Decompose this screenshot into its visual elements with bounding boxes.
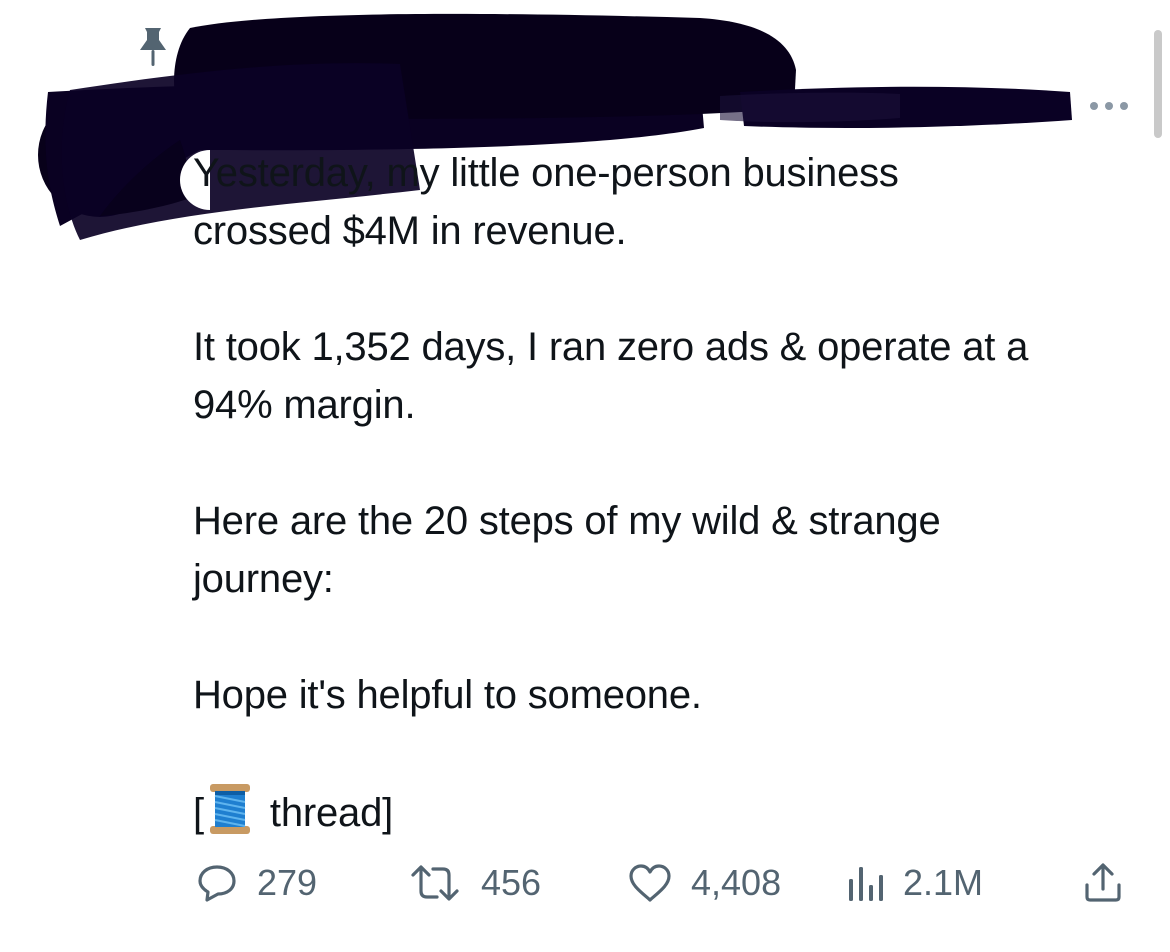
action-bar: 279 456 4,408 2.1M bbox=[193, 858, 1143, 908]
tweet-text: Yesterday, my little one-person business… bbox=[193, 144, 1153, 842]
like-button[interactable]: 4,408 bbox=[627, 858, 781, 908]
pin-icon bbox=[140, 28, 166, 66]
reply-button[interactable]: 279 bbox=[195, 858, 317, 908]
heart-icon bbox=[629, 864, 671, 902]
views-count: 2.1M bbox=[903, 862, 984, 903]
tweet-paragraph: Here are the 20 steps of my wild & stran… bbox=[193, 499, 941, 601]
repost-button[interactable]: 456 bbox=[407, 858, 541, 908]
repost-count: 456 bbox=[481, 862, 542, 903]
views-button[interactable]: 2.1M bbox=[845, 858, 983, 908]
spool-of-thread-emoji bbox=[209, 784, 250, 834]
views-icon bbox=[849, 867, 883, 901]
tweet-paragraph: Yesterday, my little one-person business… bbox=[193, 151, 899, 253]
reply-icon bbox=[198, 865, 236, 902]
share-icon bbox=[1085, 863, 1121, 902]
thread-label: thread] bbox=[269, 791, 394, 835]
thread-line: [ thread] bbox=[193, 782, 1153, 842]
reply-count: 279 bbox=[257, 862, 318, 903]
thread-open-bracket: [ bbox=[193, 791, 204, 835]
like-count: 4,408 bbox=[691, 862, 782, 903]
tweet-paragraph: Hope it's helpful to someone. bbox=[193, 673, 702, 717]
share-button[interactable] bbox=[1081, 858, 1125, 908]
more-horizontal-icon[interactable] bbox=[1086, 96, 1132, 116]
tweet-paragraph: It took 1,352 days, I ran zero ads & ope… bbox=[193, 325, 1029, 427]
scrollbar[interactable] bbox=[1154, 30, 1162, 138]
repost-icon bbox=[411, 865, 459, 901]
